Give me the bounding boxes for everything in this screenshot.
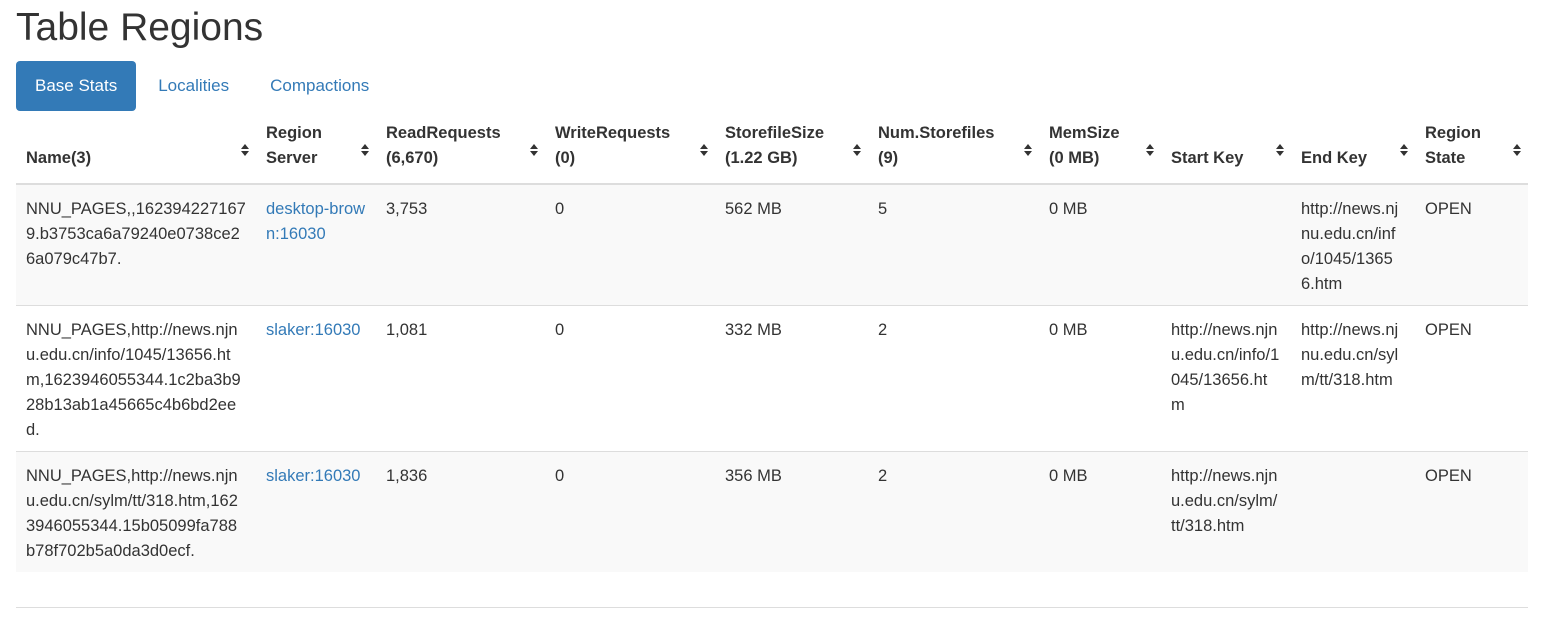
header-line1: Region (266, 124, 322, 142)
header-line2: End Key (1301, 149, 1368, 167)
header-line2: Start Key (1171, 149, 1244, 167)
regions-table: Name(3) Region Server ReadRequests (6,67… (16, 116, 1528, 572)
start-key-cell: http://news.njnu.edu.cn/info/1045/13656.… (1161, 305, 1291, 452)
column-header-region-server[interactable]: Region Server (256, 116, 376, 185)
region-server-cell: slaker:16030 (256, 451, 376, 572)
tab-localities[interactable]: Localities (139, 61, 248, 111)
region-server-link[interactable]: desktop-brown:16030 (266, 200, 365, 243)
column-header-end-key[interactable]: End Key (1291, 116, 1415, 185)
tab-base-stats[interactable]: Base Stats (16, 61, 137, 111)
column-header-num-storefiles[interactable]: Num.Storefiles (9) (868, 116, 1039, 185)
table-regions-page: Table Regions Base Stats Localities Comp… (0, 0, 1545, 617)
header-line2: (6,670) (386, 149, 439, 167)
write-requests-cell: 0 (545, 451, 715, 572)
header-line1: Region (1425, 124, 1481, 142)
end-key-cell (1291, 451, 1415, 572)
num-storefiles-cell: 2 (868, 305, 1039, 452)
region-server-cell: slaker:16030 (256, 305, 376, 452)
column-header-write-requests[interactable]: WriteRequests (0) (545, 116, 715, 185)
end-key-cell: http://news.njnu.edu.cn/info/1045/13656.… (1291, 184, 1415, 306)
sort-icon[interactable] (530, 143, 538, 156)
header-line2: Server (266, 149, 318, 167)
end-key-cell: http://news.njnu.edu.cn/sylm/tt/318.htm (1291, 305, 1415, 452)
sort-icon[interactable] (361, 143, 369, 156)
header-line2: State (1425, 149, 1466, 167)
header-line2: Name(3) (26, 149, 92, 167)
start-key-cell: http://news.njnu.edu.cn/sylm/tt/318.htm (1161, 451, 1291, 572)
storefile-size-cell: 562 MB (715, 184, 868, 306)
region-server-cell: desktop-brown:16030 (256, 184, 376, 306)
header-line1: Num.Storefiles (878, 124, 995, 142)
write-requests-cell: 0 (545, 184, 715, 306)
header-line2: (9) (878, 149, 899, 167)
sort-icon[interactable] (1146, 143, 1154, 156)
region-server-link[interactable]: slaker:16030 (266, 321, 360, 339)
sort-icon[interactable] (1276, 143, 1284, 156)
table-row: NNU_PAGES,http://news.njnu.edu.cn/sylm/t… (16, 451, 1528, 572)
column-header-storefile-size[interactable]: StorefileSize (1.22 GB) (715, 116, 868, 185)
read-requests-cell: 1,081 (376, 305, 545, 452)
read-requests-cell: 3,753 (376, 184, 545, 306)
region-name-cell: NNU_PAGES,http://news.njnu.edu.cn/info/1… (16, 305, 256, 452)
column-header-name[interactable]: Name(3) (16, 116, 256, 185)
bottom-divider (16, 607, 1528, 608)
mem-size-cell: 0 MB (1039, 305, 1161, 452)
storefile-size-cell: 356 MB (715, 451, 868, 572)
region-name-cell: NNU_PAGES,http://news.njnu.edu.cn/sylm/t… (16, 451, 256, 572)
column-header-read-requests[interactable]: ReadRequests (6,670) (376, 116, 545, 185)
mem-size-cell: 0 MB (1039, 184, 1161, 306)
column-header-region-state[interactable]: Region State (1415, 116, 1528, 185)
region-server-link[interactable]: slaker:16030 (266, 467, 360, 485)
column-header-start-key[interactable]: Start Key (1161, 116, 1291, 185)
column-header-mem-size[interactable]: MemSize (0 MB) (1039, 116, 1161, 185)
tab-compactions[interactable]: Compactions (251, 61, 388, 111)
region-state-cell: OPEN (1415, 305, 1528, 452)
header-line2: (1.22 GB) (725, 149, 798, 167)
header-line1: StorefileSize (725, 124, 825, 142)
sort-icon[interactable] (1400, 143, 1408, 156)
tab-bar: Base Stats Localities Compactions (16, 61, 391, 111)
num-storefiles-cell: 5 (868, 184, 1039, 306)
table-header-row: Name(3) Region Server ReadRequests (6,67… (16, 116, 1528, 185)
mem-size-cell: 0 MB (1039, 451, 1161, 572)
header-line1: MemSize (1049, 124, 1120, 142)
header-line2: (0 MB) (1049, 149, 1100, 167)
storefile-size-cell: 332 MB (715, 305, 868, 452)
header-line2: (0) (555, 149, 576, 167)
sort-icon[interactable] (853, 143, 861, 156)
table-row: NNU_PAGES,,1623942271679.b3753ca6a79240e… (16, 184, 1528, 306)
sort-icon[interactable] (241, 143, 249, 156)
region-state-cell: OPEN (1415, 184, 1528, 306)
page-title: Table Regions (16, 6, 264, 49)
sort-icon[interactable] (1024, 143, 1032, 156)
table-row: NNU_PAGES,http://news.njnu.edu.cn/info/1… (16, 305, 1528, 452)
write-requests-cell: 0 (545, 305, 715, 452)
header-line1: ReadRequests (386, 124, 501, 142)
num-storefiles-cell: 2 (868, 451, 1039, 572)
header-line1: WriteRequests (555, 124, 671, 142)
sort-icon[interactable] (1513, 143, 1521, 156)
region-state-cell: OPEN (1415, 451, 1528, 572)
start-key-cell (1161, 184, 1291, 306)
read-requests-cell: 1,836 (376, 451, 545, 572)
region-name-cell: NNU_PAGES,,1623942271679.b3753ca6a79240e… (16, 184, 256, 306)
sort-icon[interactable] (700, 143, 708, 156)
